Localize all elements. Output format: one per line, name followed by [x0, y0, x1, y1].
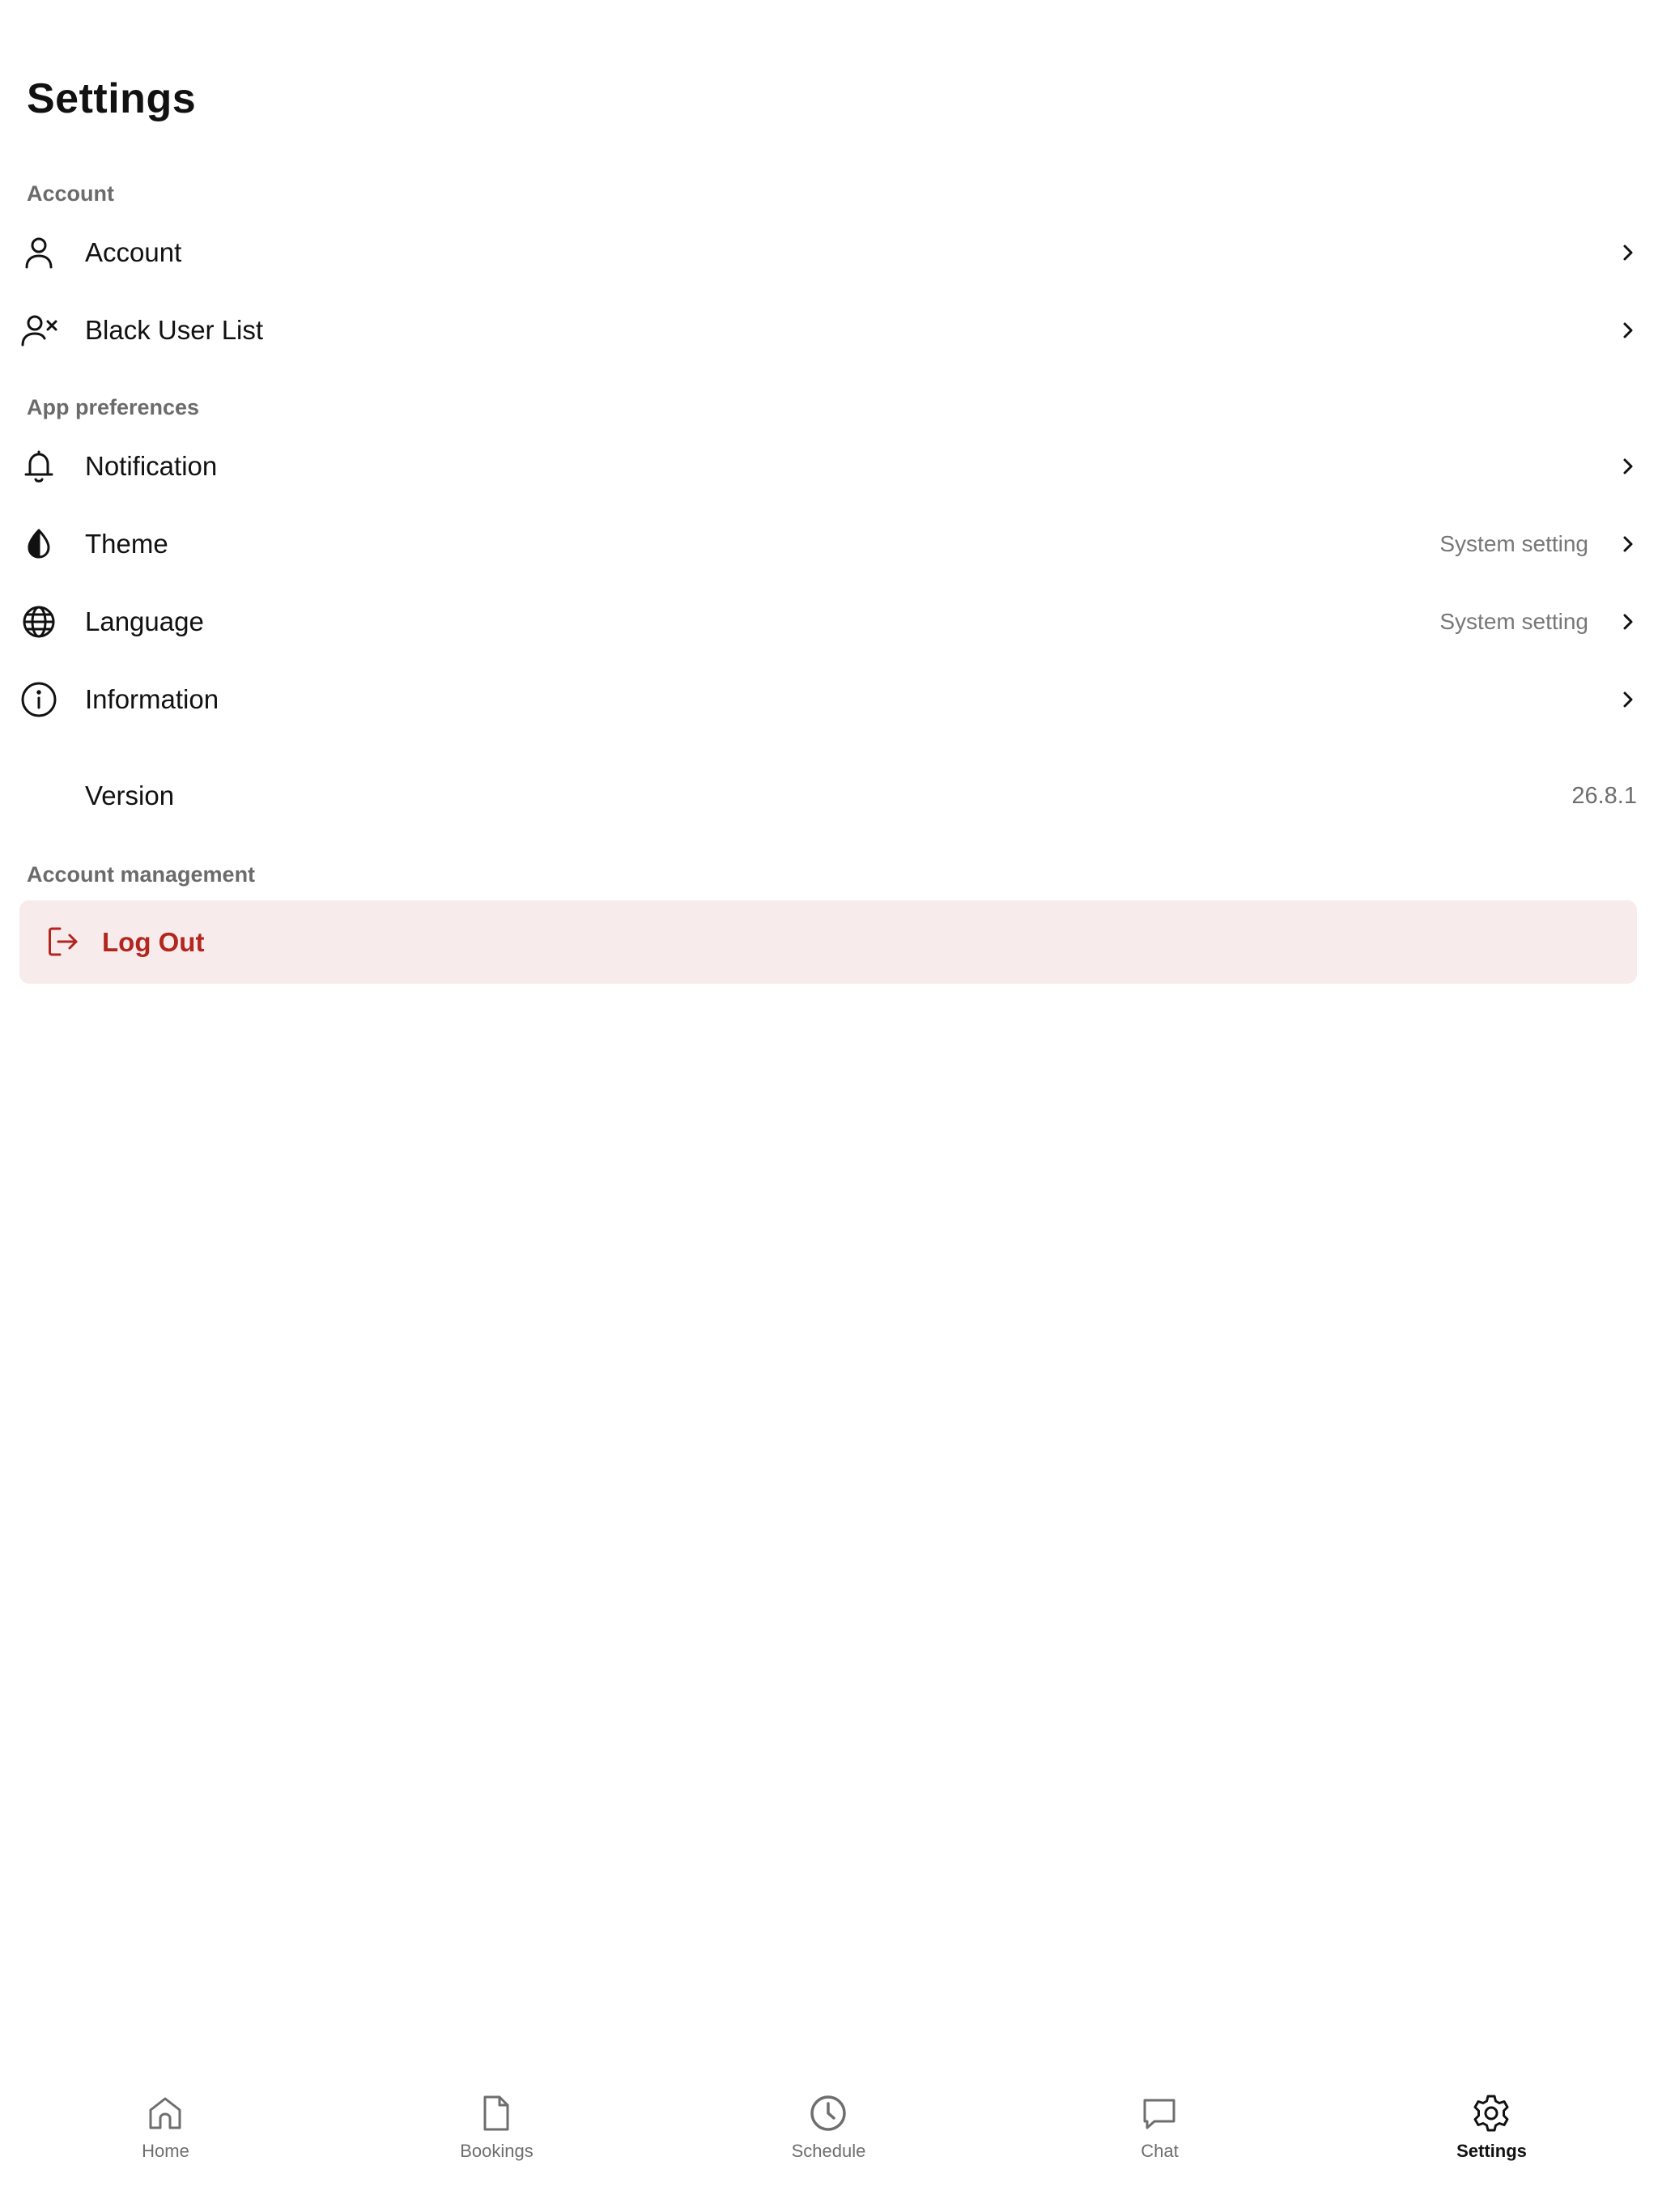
chat-icon [1138, 2092, 1180, 2134]
tab-chat[interactable]: Chat [994, 2073, 1325, 2212]
settings-item-notification[interactable]: Notification [0, 428, 1658, 505]
bottom-tab-bar: Home Bookings Schedule Chat Settings [0, 2073, 1658, 2212]
settings-item-label: Notification [85, 451, 218, 481]
section-header-account: Account [27, 181, 114, 206]
clock-icon [807, 2092, 849, 2134]
chevron-right-icon [1616, 687, 1640, 712]
page-title: Settings [27, 75, 197, 122]
tab-label: Chat [1141, 2141, 1179, 2161]
document-icon [475, 2092, 517, 2134]
contrast-icon [19, 525, 58, 564]
theme-value: System setting [1439, 531, 1588, 556]
tab-label: Bookings [460, 2141, 534, 2161]
info-icon [19, 680, 58, 719]
gear-icon [1470, 2092, 1512, 2134]
settings-item-label: Information [85, 684, 219, 714]
logout-button[interactable]: Log Out [19, 900, 1637, 984]
language-value: System setting [1439, 609, 1588, 634]
chevron-right-icon [1616, 454, 1640, 479]
settings-item-label: Account [85, 237, 182, 267]
version-label: Version [85, 781, 175, 810]
logout-label: Log Out [102, 927, 205, 957]
chevron-right-icon [1616, 240, 1640, 265]
person-block-icon [19, 311, 58, 350]
version-value: 26.8.1 [1571, 783, 1637, 809]
tab-label: Schedule [791, 2141, 866, 2161]
person-icon [19, 233, 58, 272]
settings-item-information[interactable]: Information [0, 661, 1658, 738]
chevron-right-icon [1616, 532, 1640, 556]
settings-item-label: Theme [85, 529, 168, 559]
settings-item-black-user-list[interactable]: Black User List [0, 291, 1658, 369]
logout-icon [45, 924, 81, 959]
settings-item-label: Language [85, 606, 204, 636]
bell-icon [19, 447, 58, 486]
settings-item-label: Black User List [85, 315, 264, 345]
section-header-app-preferences: App preferences [27, 395, 200, 419]
tab-bookings[interactable]: Bookings [331, 2073, 662, 2212]
tab-label: Settings [1456, 2141, 1527, 2161]
chevron-right-icon [1616, 610, 1640, 634]
tab-home[interactable]: Home [0, 2073, 331, 2212]
tab-schedule[interactable]: Schedule [663, 2073, 994, 2212]
settings-item-account[interactable]: Account [0, 214, 1658, 291]
version-row: Version 26.8.1 [0, 757, 1658, 835]
tab-label: Home [142, 2141, 189, 2161]
chevron-right-icon [1616, 318, 1640, 342]
home-icon [144, 2092, 186, 2134]
settings-item-theme[interactable]: Theme System setting [0, 505, 1658, 583]
globe-icon [19, 602, 58, 641]
tab-settings[interactable]: Settings [1326, 2073, 1657, 2212]
settings-item-language[interactable]: Language System setting [0, 583, 1658, 661]
section-header-account-management: Account management [27, 862, 256, 887]
